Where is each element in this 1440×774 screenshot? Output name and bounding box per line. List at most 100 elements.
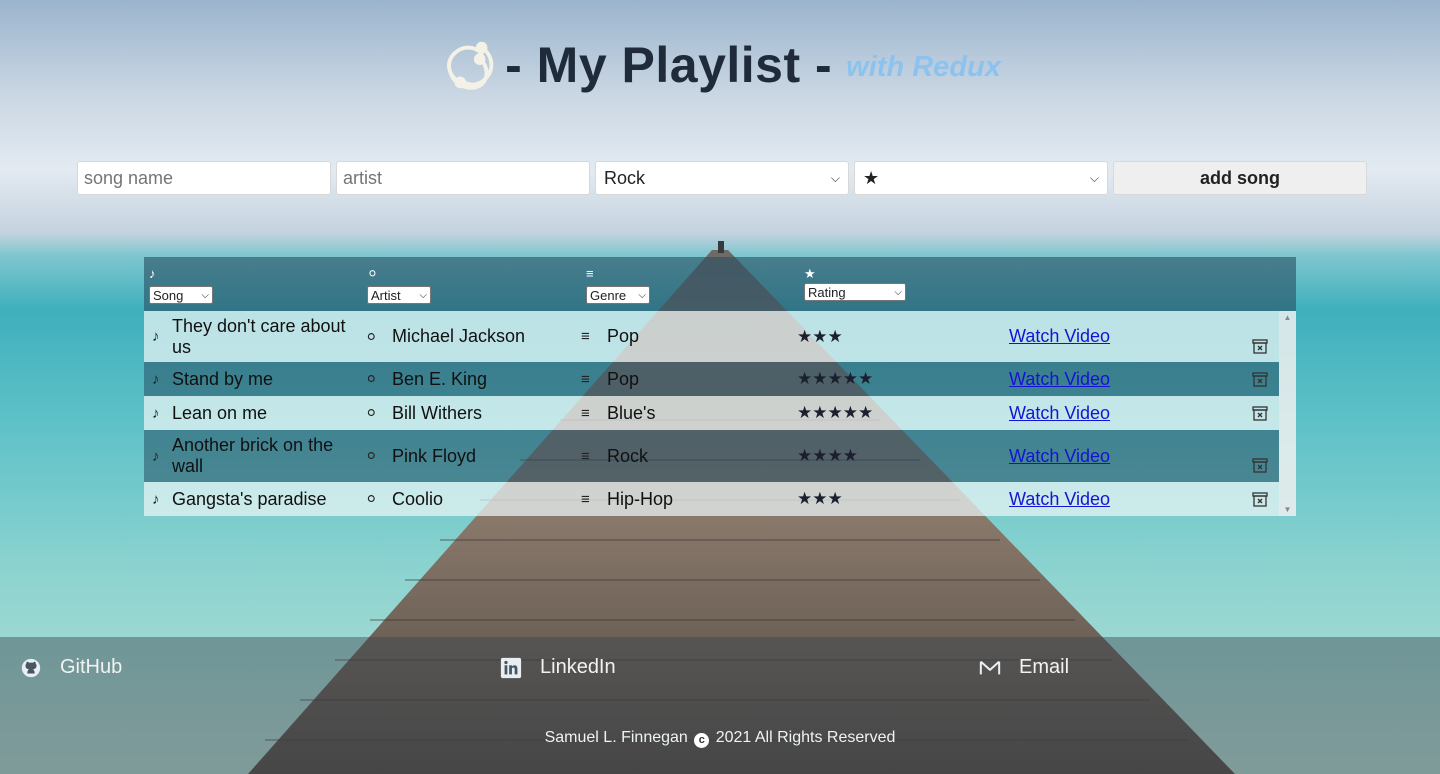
genre-name: Hip-Hop [607, 488, 674, 509]
watch-video-link[interactable]: Watch Video [1009, 446, 1110, 467]
list-icon: ≡ [581, 447, 590, 465]
sort-artist-label: Artist [371, 287, 401, 303]
copyright-icon: c [694, 733, 710, 748]
music-note-icon: ♪ [152, 370, 160, 388]
scroll-up-icon[interactable]: ▲ [1279, 313, 1296, 322]
page-subtitle: with Redux [846, 50, 1001, 83]
chevron-down-icon: ⌵ [894, 286, 902, 298]
chevron-down-icon: ⌵ [201, 289, 209, 301]
artist-name: Coolio [392, 488, 444, 509]
user-icon: ⚪ [365, 448, 378, 465]
mail-icon [979, 660, 1001, 674]
table-row: ♪ Stand by me ⚪ Ben E. King ≡ Pop ★★★★★ … [144, 362, 1279, 396]
music-note-icon: ♪ [149, 266, 156, 281]
rating-select[interactable]: ★ ⌵ [854, 161, 1108, 195]
list-icon: ≡ [586, 266, 594, 281]
star-icon: ★ [804, 266, 816, 281]
song-title: Stand by me [172, 368, 274, 389]
sort-rating-label: Rating [808, 284, 846, 300]
sort-genre-select[interactable]: Genre ⌵ [586, 286, 650, 304]
table-scrollbar[interactable]: ▲ ▼ [1279, 311, 1296, 516]
rating-select-value: ★ [863, 167, 880, 188]
playlist-table: ♪ Song ⌵ ⚪ Artist ⌵ ≡ Genre ⌵ ★ Rating ⌵… [144, 257, 1296, 516]
artist-name: Pink Floyd [392, 445, 477, 466]
linkedin-icon [500, 657, 522, 678]
linkedin-link[interactable]: LinkedIn [500, 656, 616, 679]
copyright-text: Samuel L. Finnegan c 2021 All Rights Res… [0, 729, 1440, 748]
table-row: ♪ Another brick on the wall ⚪ Pink Floyd… [144, 430, 1279, 482]
user-icon: ⚪ [367, 266, 378, 281]
page-footer: GitHub LinkedIn Email Samuel L. Finnegan… [0, 637, 1440, 774]
rating-stars: ★★★ [797, 489, 843, 508]
song-title: Another brick on the wall [172, 435, 334, 476]
genre-select-value: Rock [604, 167, 646, 188]
github-label: GitHub [60, 656, 123, 678]
github-link[interactable]: GitHub [20, 656, 122, 679]
page-header: - My Playlist - with Redux [0, 30, 1440, 100]
redux-logo-icon [447, 41, 494, 90]
table-row: ♪ Lean on me ⚪ Bill Withers ≡ Blue's ★★★… [144, 396, 1279, 430]
delete-icon[interactable] [1251, 370, 1269, 388]
rating-stars: ★★★★ [797, 446, 858, 465]
user-icon: ⚪ [365, 405, 378, 422]
list-icon: ≡ [581, 370, 590, 388]
watch-video-link[interactable]: Watch Video [1009, 489, 1110, 510]
header-artist: ⚪ Artist ⌵ [367, 266, 431, 304]
genre-name: Rock [607, 445, 649, 466]
table-header: ♪ Song ⌵ ⚪ Artist ⌵ ≡ Genre ⌵ ★ Rating ⌵ [144, 257, 1296, 311]
chevron-down-icon: ⌵ [830, 170, 840, 185]
sort-song-label: Song [153, 287, 184, 303]
scroll-down-icon[interactable]: ▼ [1279, 505, 1296, 514]
genre-name: Blue's [607, 402, 656, 423]
artist-input[interactable] [336, 161, 590, 195]
list-icon: ≡ [581, 490, 590, 508]
artist-name: Ben E. King [392, 368, 488, 389]
table-row: ♪ Gangsta's paradise ⚪ Coolio ≡ Hip-Hop … [144, 482, 1279, 516]
list-icon: ≡ [581, 328, 590, 345]
song-title: They don't care about us [172, 315, 346, 357]
song-title: Gangsta's paradise [172, 488, 327, 509]
user-icon: ⚪ [365, 371, 378, 388]
watch-video-link[interactable]: Watch Video [1009, 403, 1110, 424]
sort-rating-select[interactable]: Rating ⌵ [804, 283, 906, 301]
user-icon: ⚪ [365, 491, 378, 508]
table-body: ♪ They don't care about us ⚪ Michael Jac… [144, 311, 1296, 516]
delete-icon[interactable] [1251, 456, 1269, 474]
sort-artist-select[interactable]: Artist ⌵ [367, 286, 431, 304]
sort-genre-label: Genre [590, 287, 627, 303]
list-icon: ≡ [581, 404, 590, 422]
watch-video-link[interactable]: Watch Video [1009, 369, 1110, 390]
rating-stars: ★★★★★ [797, 403, 874, 422]
copyright-name: Samuel L. Finnegan [544, 729, 688, 746]
music-note-icon: ♪ [152, 328, 160, 345]
user-icon: ⚪ [365, 328, 378, 346]
chevron-down-icon: ⌵ [419, 289, 427, 301]
watch-video-link[interactable]: Watch Video [1009, 326, 1110, 347]
page-title: - My Playlist - [505, 37, 833, 93]
delete-icon[interactable] [1251, 490, 1269, 508]
music-note-icon: ♪ [152, 447, 160, 465]
chevron-down-icon: ⌵ [1089, 170, 1099, 185]
genre-select[interactable]: Rock ⌵ [595, 161, 849, 195]
github-icon [21, 658, 41, 677]
table-row: ♪ They don't care about us ⚪ Michael Jac… [144, 311, 1279, 362]
song-title: Lean on me [172, 402, 268, 423]
copyright-year: 2021 All Rights Reserved [715, 729, 896, 746]
linkedin-label: LinkedIn [540, 656, 616, 678]
song-name-input[interactable] [77, 161, 331, 195]
header-rating: ★ Rating ⌵ [804, 266, 906, 301]
add-song-button[interactable]: add song [1113, 161, 1367, 195]
genre-name: Pop [607, 326, 640, 346]
artist-name: Bill Withers [392, 402, 483, 423]
delete-icon[interactable] [1251, 337, 1269, 355]
music-note-icon: ♪ [152, 404, 160, 422]
rating-stars: ★★★★★ [797, 369, 874, 388]
sort-song-select[interactable]: Song ⌵ [149, 286, 213, 304]
header-genre: ≡ Genre ⌵ [586, 266, 650, 304]
artist-name: Michael Jackson [392, 326, 526, 346]
email-link[interactable]: Email [979, 656, 1069, 679]
header-song: ♪ Song ⌵ [149, 266, 213, 304]
genre-name: Pop [607, 368, 640, 389]
email-label: Email [1019, 656, 1070, 678]
delete-icon[interactable] [1251, 404, 1269, 422]
